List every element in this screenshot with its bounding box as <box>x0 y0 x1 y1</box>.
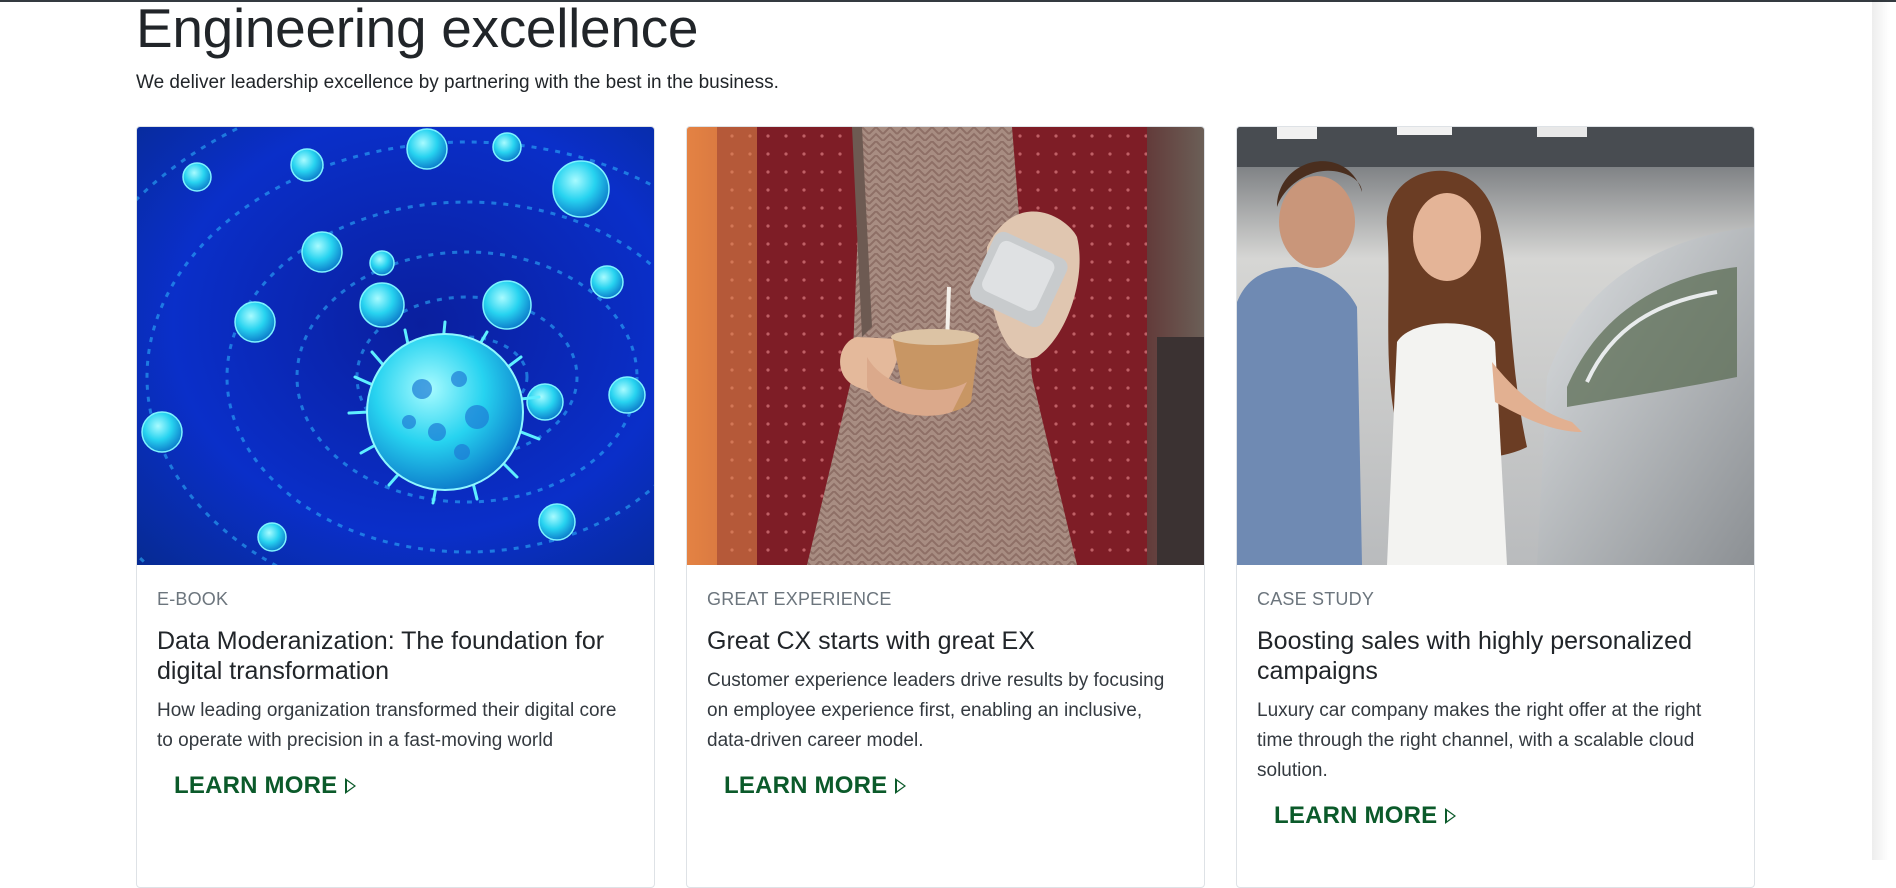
card-kicker: E-BOOK <box>157 589 229 609</box>
card-body: GREAT EXPERIENCE Great CX starts with gr… <box>707 587 1187 800</box>
section-title: Engineering excellence <box>136 0 699 59</box>
card-headline[interactable]: Data Moderanization: The foundation for … <box>157 626 637 686</box>
card-kicker: GREAT EXPERIENCE <box>707 589 892 609</box>
card-description: Luxury car company makes the right offer… <box>1257 700 1702 781</box>
virus-particles-image[interactable] <box>137 127 654 565</box>
learn-more-label: LEARN MORE <box>724 772 888 799</box>
couple-at-car-dealership-image[interactable] <box>1237 127 1754 565</box>
section-subtitle: We deliver leadership excellence by part… <box>136 72 779 93</box>
learn-more-link[interactable]: LEARN MORE <box>1274 802 1457 830</box>
card-great-experience[interactable]: GREAT EXPERIENCE Great CX starts with gr… <box>686 126 1205 888</box>
card-grid: E-BOOK Data Moderanization: The foundati… <box>136 126 1756 888</box>
learn-more-link[interactable]: LEARN MORE <box>724 772 907 800</box>
card-description: How leading organization transformed the… <box>157 700 617 751</box>
triangle-right-icon <box>895 778 907 794</box>
card-body: CASE STUDY Boosting sales with highly pe… <box>1257 587 1737 830</box>
barista-pouring-milk-image[interactable] <box>687 127 1204 565</box>
card-kicker: CASE STUDY <box>1257 589 1375 609</box>
learn-more-link[interactable]: LEARN MORE <box>174 772 357 800</box>
card-headline[interactable]: Boosting sales with highly personalized … <box>1257 626 1737 686</box>
card-description: Customer experience leaders drive result… <box>707 670 1165 751</box>
card-headline[interactable]: Great CX starts with great EX <box>707 626 1187 656</box>
triangle-right-icon <box>345 778 357 794</box>
card-ebook[interactable]: E-BOOK Data Moderanization: The foundati… <box>136 126 655 888</box>
card-case-study[interactable]: CASE STUDY Boosting sales with highly pe… <box>1236 126 1755 888</box>
learn-more-label: LEARN MORE <box>1274 802 1438 829</box>
card-body: E-BOOK Data Moderanization: The foundati… <box>157 587 637 800</box>
triangle-right-icon <box>1445 808 1457 824</box>
page-edge-shadow <box>1872 0 1896 860</box>
learn-more-label: LEARN MORE <box>174 772 338 799</box>
